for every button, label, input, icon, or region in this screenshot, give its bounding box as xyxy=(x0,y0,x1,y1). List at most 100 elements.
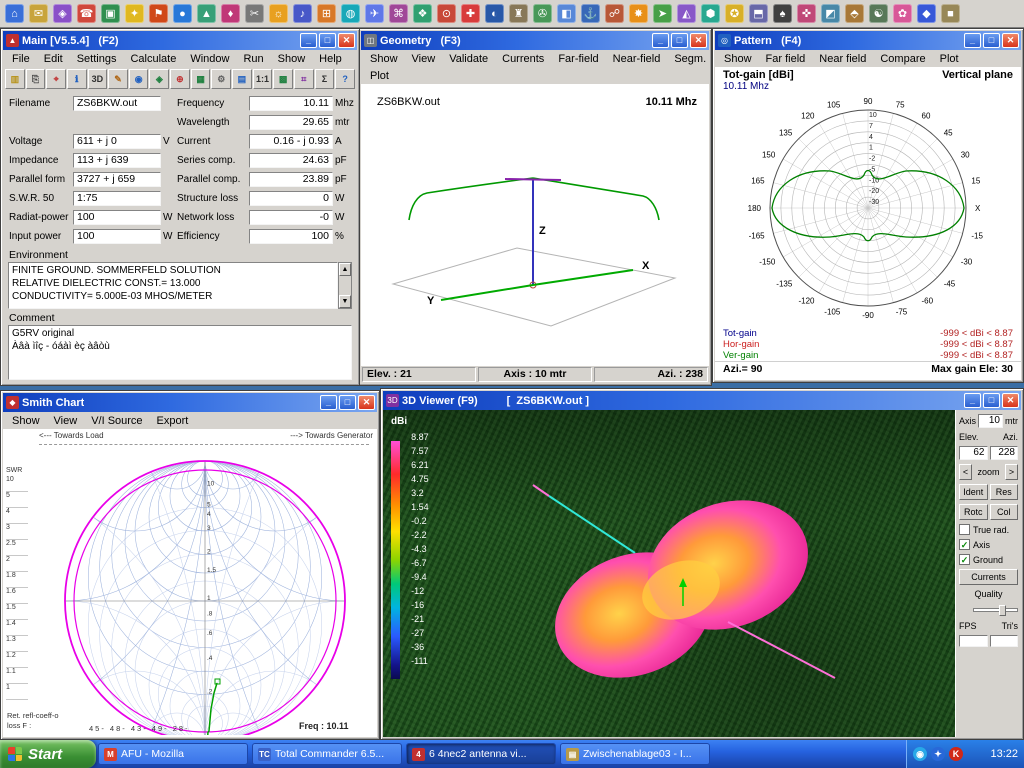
toolbar-icon[interactable]: ◉ xyxy=(129,69,149,89)
launcher-icon[interactable]: ✉ xyxy=(29,4,48,23)
menu-item[interactable]: Plot xyxy=(933,52,966,66)
menu-item[interactable]: Run xyxy=(236,52,270,66)
launcher-icon[interactable]: ♜ xyxy=(509,4,528,23)
toolbar-icon[interactable]: ▩ xyxy=(273,69,293,89)
main-titlebar[interactable]: ▲ Main [V5.5.4] (F2) _ □ ✕ xyxy=(3,31,357,50)
menu-item[interactable]: Settings xyxy=(70,52,124,66)
launcher-icon[interactable]: ✪ xyxy=(725,4,744,23)
axis-checkbox[interactable] xyxy=(959,539,970,550)
toolbar-icon[interactable]: ⌗ xyxy=(294,69,314,89)
launcher-icon[interactable]: ◭ xyxy=(677,4,696,23)
launcher-icon[interactable]: ✚ xyxy=(461,4,480,23)
field-input[interactable]: 0.16 - j 0.93 xyxy=(249,134,333,149)
toolbar-icon[interactable]: ✎ xyxy=(108,69,128,89)
menu-item[interactable]: Near field xyxy=(812,52,873,66)
launcher-icon[interactable]: ● xyxy=(173,4,192,23)
pattern-titlebar[interactable]: ◎ Pattern (F4) _ □ ✕ xyxy=(715,31,1021,50)
field-input[interactable]: -0 xyxy=(249,210,333,225)
viewer-3d-canvas[interactable]: dBi 8.877.576.214.753.21.54-0.2-2.2-4.3-… xyxy=(383,410,955,737)
col-button[interactable]: Col xyxy=(990,504,1019,520)
field-input[interactable]: 23.89 xyxy=(249,172,333,187)
minimize-button[interactable]: _ xyxy=(652,33,669,48)
launcher-icon[interactable]: ◍ xyxy=(341,4,360,23)
task-button-total-commander[interactable]: TC Total Commander 6.5... xyxy=(252,743,402,765)
launcher-icon[interactable]: ▲ xyxy=(197,4,216,23)
maximize-button[interactable]: □ xyxy=(319,33,336,48)
launcher-icon[interactable]: ⊞ xyxy=(317,4,336,23)
field-input[interactable]: 100 xyxy=(249,229,333,244)
launcher-icon[interactable]: ⚓ xyxy=(581,4,600,23)
start-button[interactable]: Start xyxy=(0,740,96,768)
launcher-icon[interactable]: ✈ xyxy=(365,4,384,23)
launcher-icon[interactable]: ■ xyxy=(941,4,960,23)
toolbar-icon[interactable]: ⌖ xyxy=(46,69,66,89)
menu-item[interactable]: Near-field xyxy=(606,52,668,66)
launcher-icon[interactable]: ✿ xyxy=(893,4,912,23)
toolbar-icon[interactable]: 1:1 xyxy=(253,69,273,89)
field-input[interactable]: ZS6BKW.out xyxy=(73,96,161,111)
menu-item[interactable]: View xyxy=(405,52,443,66)
zoom-in-button[interactable]: > xyxy=(1005,464,1018,480)
field-input[interactable]: 100 xyxy=(73,229,161,244)
launcher-icon[interactable]: ⬘ xyxy=(845,4,864,23)
menu-item[interactable]: Far-field xyxy=(551,52,605,66)
minimize-button[interactable]: _ xyxy=(320,395,337,410)
res-button[interactable]: Res xyxy=(990,484,1019,500)
rotc-button[interactable]: Rotc xyxy=(959,504,988,520)
launcher-icon[interactable]: ☍ xyxy=(605,4,624,23)
launcher-icon[interactable]: ☼ xyxy=(269,4,288,23)
launcher-icon[interactable]: ◐ xyxy=(485,4,504,23)
elev-input[interactable]: 62 xyxy=(959,446,988,460)
clock[interactable]: 13:22 xyxy=(990,748,1018,760)
field-input[interactable]: 100 xyxy=(73,210,161,225)
toolbar-icon[interactable]: ℹ xyxy=(67,69,87,89)
menu-item[interactable]: Validate xyxy=(442,52,495,66)
quality-slider[interactable]: ▼ xyxy=(959,603,1018,617)
close-button[interactable]: ✕ xyxy=(358,395,375,410)
menu-item[interactable]: Calculate xyxy=(123,52,183,66)
scroll-down-icon[interactable]: ▼ xyxy=(339,295,351,308)
maximize-button[interactable]: □ xyxy=(983,393,1000,408)
toolbar-icon[interactable]: ▥ xyxy=(5,69,25,89)
toolbar-icon[interactable]: Σ xyxy=(315,69,335,89)
menu-item[interactable]: Plot xyxy=(363,69,396,83)
toolbar-icon[interactable]: ? xyxy=(335,69,355,89)
task-button-clipboard[interactable]: ▤ Zwischenablage03 - I... xyxy=(560,743,710,765)
launcher-icon[interactable]: ⊙ xyxy=(437,4,456,23)
menu-item[interactable]: Compare xyxy=(873,52,932,66)
toolbar-icon[interactable]: 3D xyxy=(88,69,108,89)
ground-checkbox[interactable] xyxy=(959,554,970,565)
toolbar-icon[interactable]: ⎘ xyxy=(26,69,46,89)
menu-item[interactable]: Edit xyxy=(37,52,70,66)
launcher-icon[interactable]: ✦ xyxy=(125,4,144,23)
toolbar-icon[interactable]: ◈ xyxy=(149,69,169,89)
menu-item[interactable]: File xyxy=(5,52,37,66)
slider-thumb[interactable] xyxy=(999,605,1006,616)
task-button-mozilla[interactable]: M AFU - Mozilla xyxy=(98,743,248,765)
launcher-icon[interactable]: ♪ xyxy=(293,4,312,23)
launcher-icon[interactable]: ⌂ xyxy=(5,4,24,23)
toolbar-icon[interactable]: ⚙ xyxy=(211,69,231,89)
launcher-icon[interactable]: ◈ xyxy=(53,4,72,23)
menu-item[interactable]: Show xyxy=(271,52,313,66)
scroll-up-icon[interactable]: ▲ xyxy=(339,263,351,276)
close-button[interactable]: ✕ xyxy=(1002,33,1019,48)
field-input[interactable]: 29.65 xyxy=(249,115,333,130)
menu-item[interactable]: Show xyxy=(363,52,405,66)
menu-item[interactable]: Help xyxy=(312,52,349,66)
launcher-icon[interactable]: ⌘ xyxy=(389,4,408,23)
field-input[interactable]: 113 + j 639 xyxy=(73,153,161,168)
field-input[interactable]: 1:75 xyxy=(73,191,161,206)
ident-button[interactable]: Ident xyxy=(959,484,988,500)
environment-text[interactable]: FINITE GROUND. SOMMERFELD SOLUTION RELAT… xyxy=(8,262,338,309)
tray-icon[interactable]: K xyxy=(949,747,963,761)
zoom-out-button[interactable]: < xyxy=(959,464,972,480)
environment-scrollbar[interactable]: ▲ ▼ xyxy=(338,262,352,309)
close-button[interactable]: ✕ xyxy=(1002,393,1019,408)
launcher-icon[interactable]: ☯ xyxy=(869,4,888,23)
minimize-button[interactable]: _ xyxy=(964,33,981,48)
launcher-icon[interactable]: ◩ xyxy=(821,4,840,23)
menu-item[interactable]: Segm. xyxy=(667,52,713,66)
field-input[interactable]: 611 + j 0 xyxy=(73,134,161,149)
tray-icon[interactable]: ✦ xyxy=(931,747,945,761)
